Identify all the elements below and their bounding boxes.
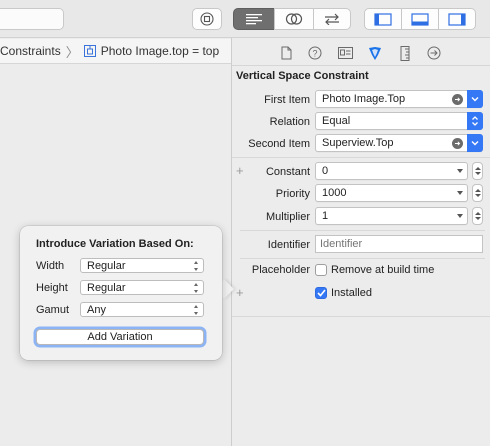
updown-icon bbox=[193, 261, 199, 271]
breadcrumb-constraints[interactable]: Constraints bbox=[0, 44, 61, 58]
section-title: Vertical Space Constraint bbox=[236, 70, 369, 82]
identity-inspector-tab[interactable] bbox=[337, 45, 353, 61]
inspector-toggle-button[interactable] bbox=[438, 8, 476, 30]
identifier-label: Identifier bbox=[267, 239, 310, 251]
combo-arrow-icon[interactable] bbox=[457, 214, 463, 218]
combo-arrow-icon[interactable] bbox=[457, 169, 463, 173]
stop-icon bbox=[200, 12, 214, 26]
relation-value: Equal bbox=[322, 115, 351, 127]
width-value: Regular bbox=[87, 259, 126, 272]
second-item-label: Second Item bbox=[248, 138, 310, 150]
svg-text:?: ? bbox=[312, 49, 317, 59]
size-icon bbox=[400, 45, 410, 61]
updown-icon bbox=[193, 283, 199, 293]
priority-stepper[interactable] bbox=[472, 184, 483, 202]
multiplier-combo[interactable]: 1 bbox=[315, 207, 468, 225]
checkmark-icon bbox=[316, 289, 326, 297]
file-inspector-tab[interactable] bbox=[278, 45, 294, 61]
width-label: Width bbox=[36, 260, 65, 272]
goto-arrow-icon[interactable] bbox=[452, 94, 463, 105]
remove-at-build-checkbox[interactable] bbox=[315, 264, 327, 276]
updown-icon[interactable] bbox=[467, 112, 483, 130]
identifier-field[interactable] bbox=[315, 235, 483, 253]
version-editor-button[interactable] bbox=[313, 8, 351, 30]
gamut-value: Any bbox=[87, 303, 106, 316]
constant-label: Constant bbox=[265, 166, 310, 178]
constraint-icon bbox=[83, 45, 96, 57]
first-item-popup[interactable]: Photo Image.Top bbox=[315, 90, 483, 108]
connections-icon bbox=[427, 46, 441, 60]
activity-field bbox=[0, 8, 64, 30]
relation-popup[interactable]: Equal bbox=[315, 112, 483, 130]
priority-label: Priority bbox=[275, 188, 310, 200]
inspector-tab-bar bbox=[232, 39, 490, 66]
placeholder-label: Placeholder bbox=[251, 264, 310, 276]
help-inspector-tab[interactable]: ? bbox=[307, 45, 323, 61]
separator bbox=[232, 157, 490, 158]
jump-bar: Constraints 〉 Photo Image.top = top bbox=[0, 39, 231, 64]
navigator-toggle-button[interactable] bbox=[364, 8, 402, 30]
multiplier-value: 1 bbox=[322, 210, 329, 222]
size-inspector-tab[interactable] bbox=[397, 45, 413, 61]
file-icon bbox=[281, 46, 291, 60]
width-popup[interactable]: Regular bbox=[80, 258, 204, 273]
add-variation-plus-icon[interactable]: + bbox=[236, 285, 244, 300]
editor-standard-icon bbox=[246, 14, 262, 25]
priority-value: 1000 bbox=[322, 187, 347, 199]
constant-value: 0 bbox=[322, 165, 329, 177]
constant-combo[interactable]: 0 bbox=[315, 162, 468, 180]
gamut-label: Gamut bbox=[36, 304, 70, 316]
updown-icon bbox=[193, 305, 199, 315]
first-item-value: Photo Image.Top bbox=[322, 93, 406, 105]
chevron-right-icon: 〉 bbox=[65, 44, 79, 60]
debug-toggle-icon bbox=[411, 12, 429, 26]
multiplier-stepper[interactable] bbox=[472, 207, 483, 225]
multiplier-label: Multiplier bbox=[265, 211, 310, 223]
separator bbox=[240, 230, 485, 231]
gamut-popup[interactable]: Any bbox=[80, 302, 204, 317]
relation-label: Relation bbox=[269, 116, 310, 128]
height-popup[interactable]: Regular bbox=[80, 280, 204, 295]
second-item-value: Superview.Top bbox=[322, 137, 394, 149]
debug-toggle-button[interactable] bbox=[401, 8, 439, 30]
breadcrumb-constraint[interactable]: Photo Image.top = top bbox=[101, 44, 219, 58]
inspector-toggle-icon bbox=[448, 12, 466, 26]
height-value: Regular bbox=[87, 281, 126, 294]
first-item-label: First Item bbox=[264, 94, 310, 106]
chevron-down-icon[interactable] bbox=[467, 90, 483, 108]
separator bbox=[232, 316, 490, 317]
installed-checkbox[interactable] bbox=[315, 287, 327, 299]
help-icon: ? bbox=[308, 46, 322, 60]
assistant-icon bbox=[285, 13, 303, 25]
identity-icon bbox=[337, 47, 353, 59]
separator bbox=[240, 258, 485, 259]
height-label: Height bbox=[36, 282, 68, 294]
priority-combo[interactable]: 1000 bbox=[315, 184, 468, 202]
navigator-toggle-icon bbox=[374, 12, 392, 26]
constant-stepper[interactable] bbox=[472, 162, 483, 180]
remove-at-build-label: Remove at build time bbox=[331, 264, 435, 276]
version-icon bbox=[325, 13, 339, 25]
goto-arrow-icon[interactable] bbox=[452, 138, 463, 149]
installed-label: Installed bbox=[331, 287, 372, 299]
popover-title: Introduce Variation Based On: bbox=[36, 238, 194, 250]
combo-arrow-icon[interactable] bbox=[457, 191, 463, 195]
attributes-inspector-tab[interactable] bbox=[367, 45, 383, 61]
standard-editor-button[interactable] bbox=[233, 8, 275, 30]
chevron-down-icon[interactable] bbox=[467, 134, 483, 152]
stop-button[interactable] bbox=[192, 8, 222, 30]
attributes-icon bbox=[369, 46, 381, 60]
second-item-popup[interactable]: Superview.Top bbox=[315, 134, 483, 152]
assistant-editor-button[interactable] bbox=[274, 8, 314, 30]
connections-inspector-tab[interactable] bbox=[426, 45, 442, 61]
add-variation-button[interactable]: Add Variation bbox=[36, 329, 204, 345]
